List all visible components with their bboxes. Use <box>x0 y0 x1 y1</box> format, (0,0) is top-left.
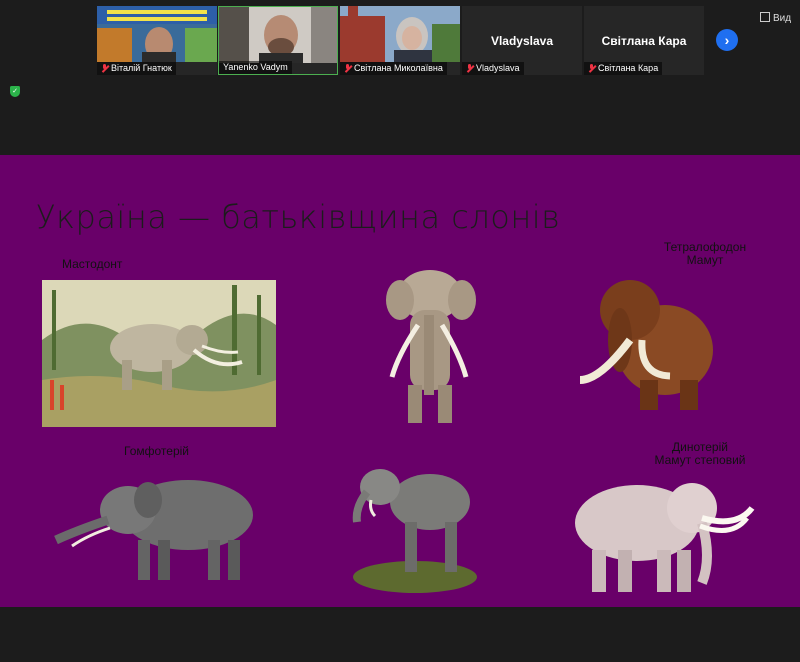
mic-muted-icon <box>466 64 473 72</box>
label-steppe-mammoth: Мамут степовий <box>654 453 746 467</box>
label-mammoth: Мамут <box>686 253 724 267</box>
grid-icon <box>760 12 770 22</box>
participant-video <box>340 6 460 62</box>
mic-muted-icon <box>101 64 108 72</box>
participants-strip: Віталій Гнатюк Yanenko Vadym Світлана Ми… <box>0 0 800 155</box>
participant-video <box>219 7 337 63</box>
participant-name: Віталій Гнатюк <box>97 62 176 75</box>
participant-tile[interactable]: Віталій Гнатюк <box>97 6 217 75</box>
label-mastodon: Мастодонт <box>62 257 123 271</box>
mastodon-image <box>42 280 276 427</box>
shield-icon[interactable]: ✓ <box>10 86 20 97</box>
participant-name: Світлана Миколаївна <box>340 62 447 75</box>
chevron-right-icon[interactable]: › <box>716 29 738 51</box>
label-tetralophodon: Тетралофодон Мамут <box>660 241 750 267</box>
mic-muted-icon <box>344 64 351 72</box>
participant-tile[interactable]: Світлана Кара Світлана Кара <box>584 6 704 75</box>
mammoth-image <box>579 280 713 410</box>
participant-video <box>97 6 217 62</box>
slide-title: Україна — батьківщина слонів <box>36 198 561 236</box>
participant-name: Yanenko Vadym <box>219 61 292 74</box>
participant-display-name: Світлана Кара <box>601 34 687 48</box>
label-deinotherium: Динотерій Мамут степовий <box>640 441 760 467</box>
steppe-mammoth-image <box>575 483 755 592</box>
participant-tile[interactable]: Vladyslava Vladyslava <box>462 6 582 75</box>
participant-name: Світлана Кара <box>584 62 663 75</box>
label-gomphothere: Гомфотерій <box>124 444 189 458</box>
view-button[interactable]: Вид <box>760 12 791 24</box>
participant-display-name: Vladyslava <box>490 34 554 48</box>
gomphothere-image <box>54 480 253 580</box>
deinotherium-image <box>352 469 477 593</box>
mic-muted-icon <box>588 64 595 72</box>
participant-tile-active-speaker[interactable]: Yanenko Vadym <box>218 6 338 75</box>
participant-name: Vladyslava <box>462 62 524 75</box>
bottom-toolbar-area <box>0 607 800 662</box>
participant-tile[interactable]: Світлана Миколаївна <box>340 6 460 75</box>
tetralophodon-image <box>386 270 476 423</box>
